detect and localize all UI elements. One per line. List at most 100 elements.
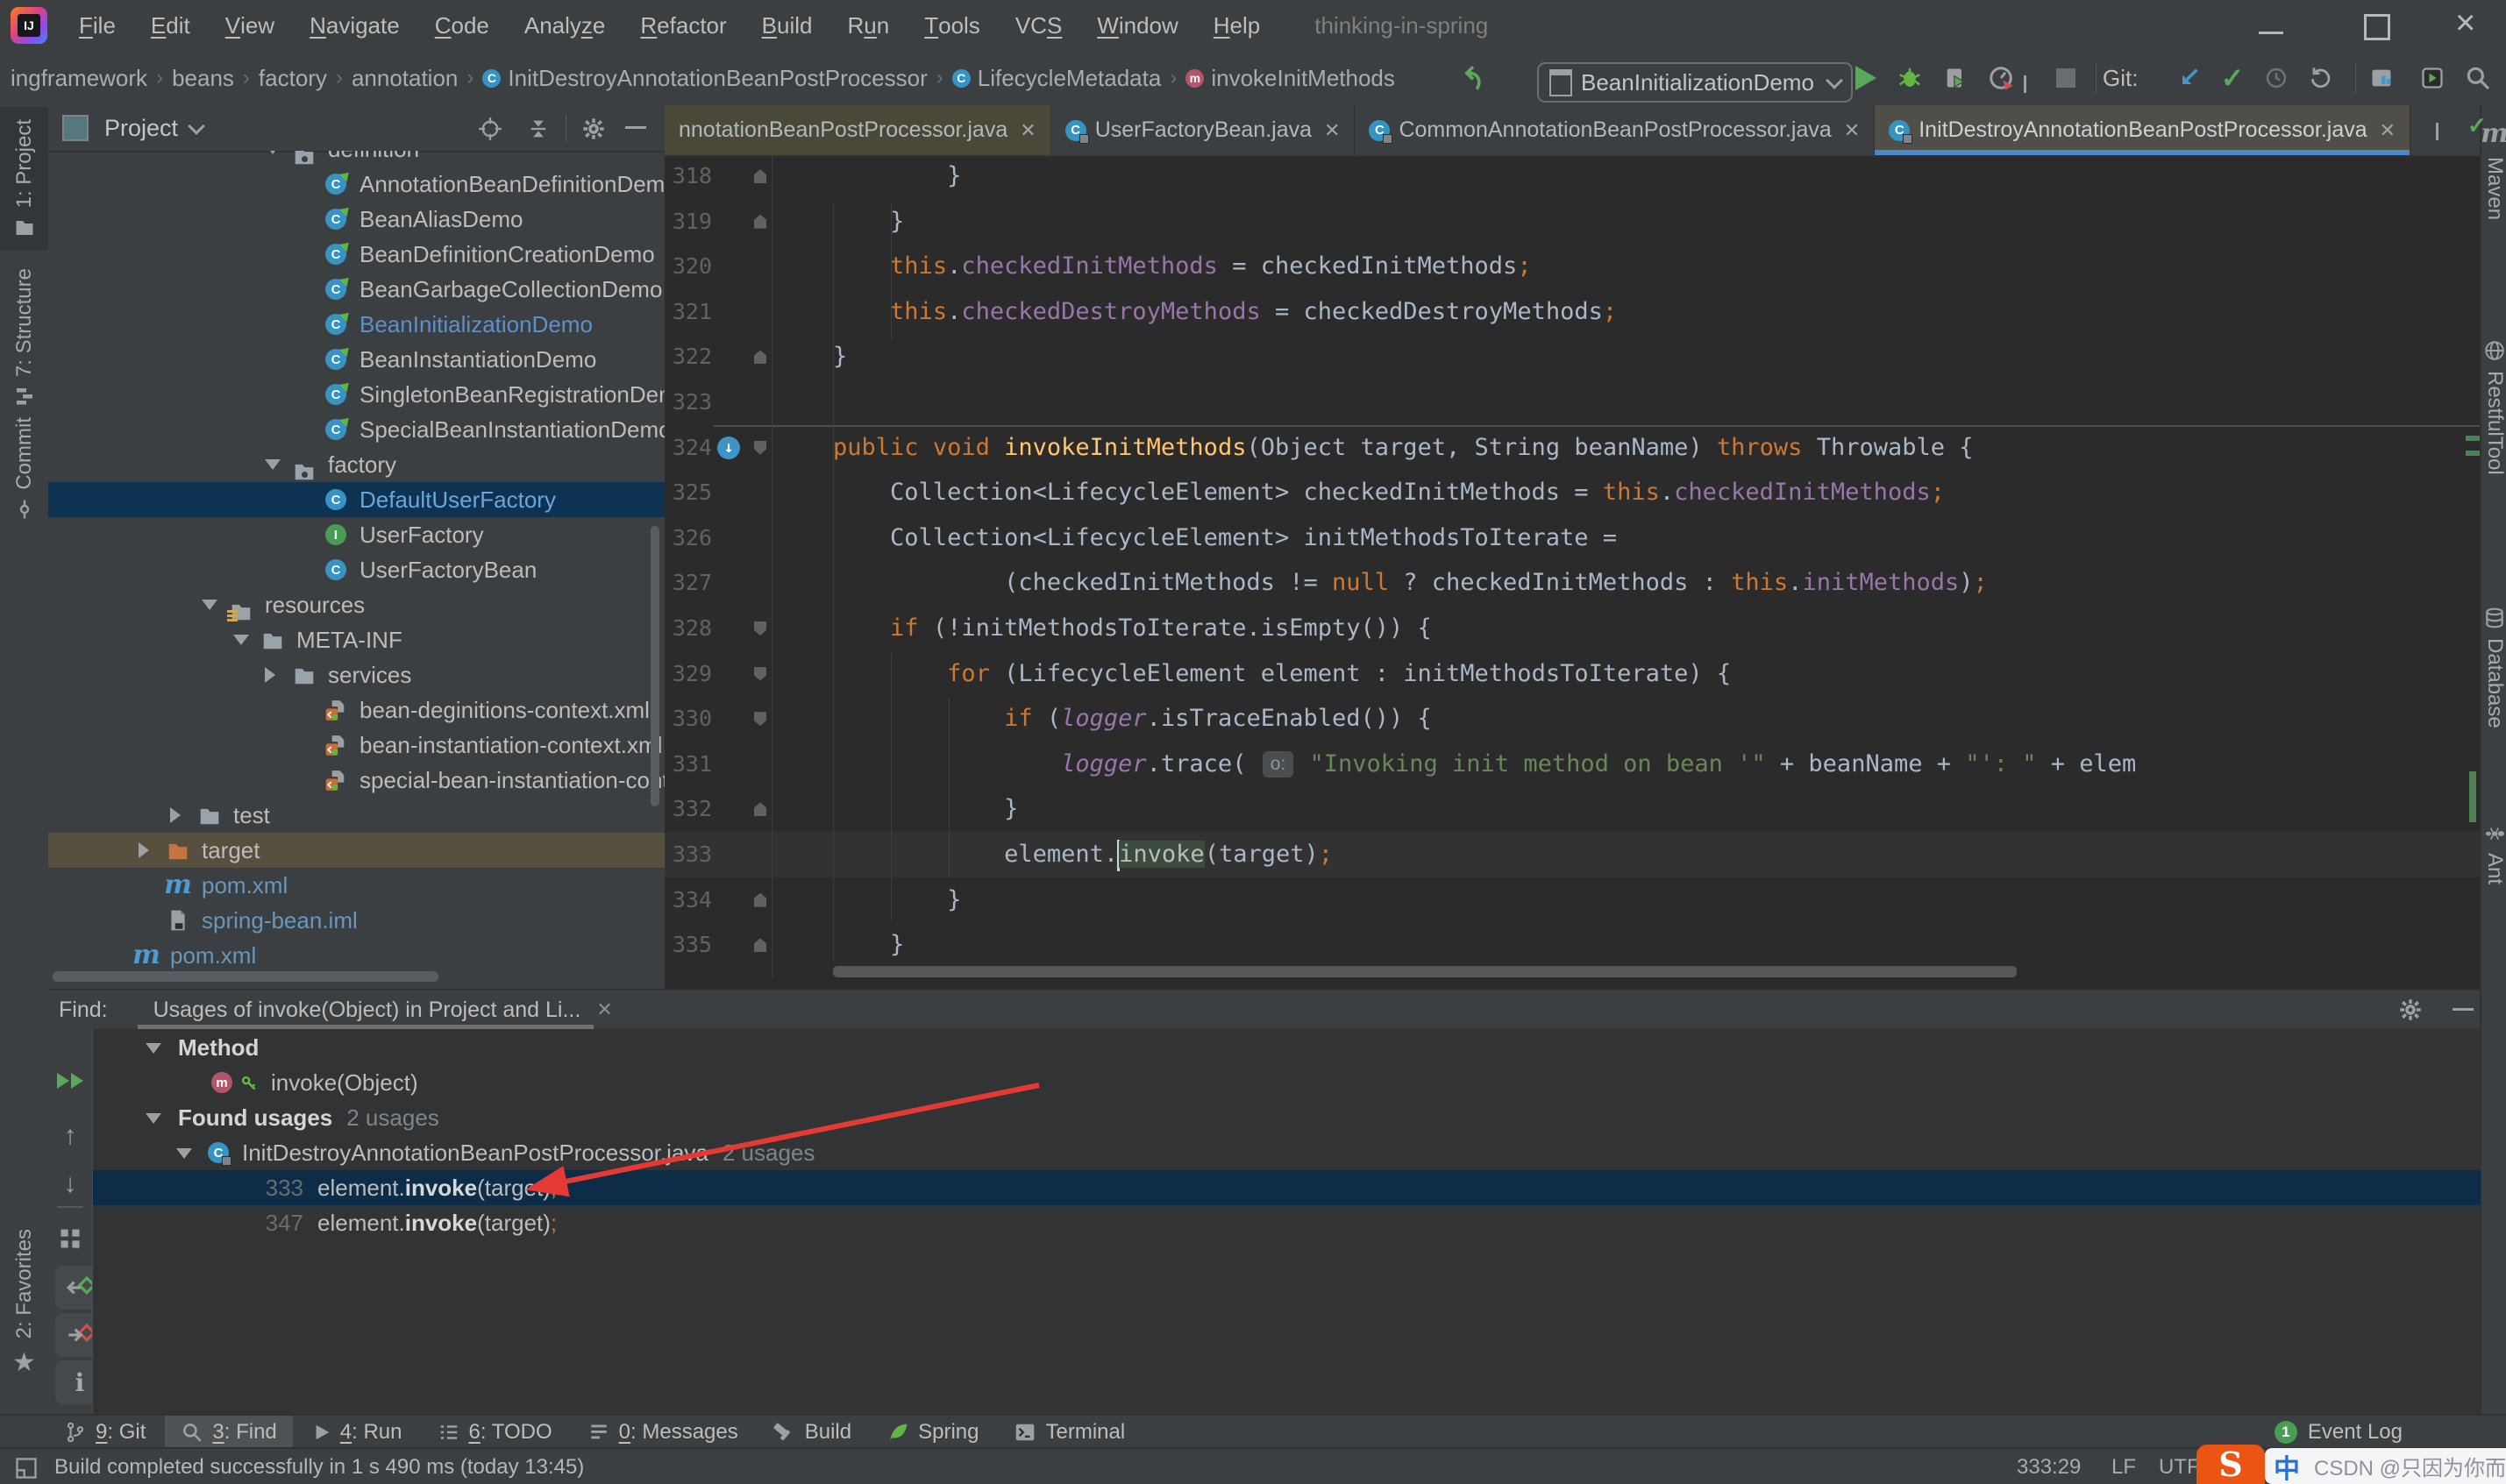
toolwindow-button-6-todo[interactable]: 6: TODO — [422, 1416, 568, 1449]
expand-arrow-icon[interactable] — [265, 667, 275, 683]
tree-item-services[interactable]: services — [48, 657, 665, 692]
tree-item-beandefinitioncreationdemo[interactable]: C BeanDefinitionCreationDemo — [48, 237, 665, 272]
menu-code[interactable]: Code — [417, 0, 507, 51]
locate-file-icon[interactable] — [478, 117, 502, 141]
find-settings-gear-icon[interactable] — [2398, 998, 2423, 1022]
menu-edit[interactable]: Edit — [133, 0, 208, 51]
tree-item-resources[interactable]: resources — [48, 587, 665, 622]
collapse-arrow-icon[interactable] — [176, 1148, 192, 1159]
collapse-arrow-icon[interactable] — [233, 635, 249, 645]
code-line-321[interactable]: 321 this.checkedDestroyMethods = checked… — [665, 289, 2480, 335]
code-line-322[interactable]: 322 } — [665, 334, 2480, 380]
tree-item-spring-bean-iml[interactable]: spring-bean.iml — [48, 903, 665, 938]
tree-item-meta-inf[interactable]: META-INF — [48, 622, 665, 657]
tree-item-defaultuserfactory[interactable]: C DefaultUserFactory — [48, 482, 665, 517]
close-tab-icon[interactable]: ✕ — [2380, 119, 2396, 142]
stripe-button-1-project[interactable]: 1: Project — [0, 107, 48, 251]
next-occurrence-icon[interactable]: ↓ — [48, 1169, 92, 1199]
collapse-arrow-icon[interactable] — [146, 1113, 161, 1124]
toolwindow-button-terminal[interactable]: Terminal — [998, 1416, 1141, 1449]
line-ending[interactable]: LF — [2111, 1449, 2136, 1484]
search-everywhere-icon[interactable] — [2459, 51, 2497, 105]
menu-navigate[interactable]: Navigate — [292, 0, 417, 51]
inspections-ok-icon[interactable]: ✓ — [2467, 112, 2487, 139]
close-tab-icon[interactable]: ✕ — [1020, 119, 1036, 142]
fold-end-icon[interactable] — [754, 169, 766, 183]
stripe-button-ant[interactable]: Ant — [2481, 811, 2506, 895]
tree-item-beanaliasdemo[interactable]: C BeanAliasDemo — [48, 202, 665, 237]
fold-end-icon[interactable] — [754, 214, 766, 229]
find-results-tab[interactable]: Usages of invoke(Object) in Project and … — [137, 991, 629, 1029]
find-row-usage[interactable]: 347 element.invoke(target); — [93, 1205, 2481, 1240]
overrides-method-icon[interactable]: ↓ — [717, 436, 740, 459]
tree-item-bean-deginitions-context-xml[interactable]: bean-deginitions-context.xml — [48, 692, 665, 728]
menu-refactor[interactable]: Refactor — [623, 0, 744, 51]
collapse-arrow-icon[interactable] — [202, 600, 217, 610]
close-icon[interactable]: ✕ — [596, 998, 612, 1021]
stripe-button-commit[interactable]: Commit — [0, 405, 48, 532]
run-with-coverage-button[interactable] — [1936, 51, 1975, 105]
editor-tab[interactable]: C CommonAnnotationBeanPostProcessor.java ✕ — [1355, 105, 1876, 155]
editor-tab[interactable]: nnotationBeanPostProcessor.java ✕ — [665, 105, 1051, 155]
run-button[interactable] — [1847, 51, 1885, 105]
rerun-search-icon[interactable] — [48, 1073, 92, 1089]
find-row-method[interactable]: m invoke(Object) — [93, 1065, 2481, 1100]
collapse-arrow-icon[interactable] — [265, 151, 281, 154]
toolwindow-button-build[interactable]: Build — [758, 1416, 867, 1449]
code-line-334[interactable]: 334 } — [665, 877, 2480, 923]
menu-view[interactable]: View — [208, 0, 292, 51]
toolwindow-button-4-run[interactable]: 4: Run — [296, 1416, 418, 1449]
vcs-rollback-icon[interactable] — [2301, 51, 2339, 105]
find-row-group[interactable]: Found usages 2 usages — [93, 1100, 2481, 1135]
minimize-icon[interactable] — [2259, 32, 2283, 34]
code-line-320[interactable]: 320 this.checkedInitMethods = checkedIni… — [665, 244, 2480, 289]
tree-item-userfactorybean[interactable]: C UserFactoryBean — [48, 552, 665, 587]
tree-item-userfactory[interactable]: I UserFactory — [48, 517, 665, 552]
code-line-331[interactable]: 331 logger.trace( o: "Invoking init meth… — [665, 742, 2480, 787]
tree-vertical-scrollbar[interactable] — [651, 526, 659, 806]
group-by-icon[interactable] — [48, 1226, 92, 1251]
menu-vcs[interactable]: VC S — [998, 0, 1079, 51]
editor-tab[interactable]: C UserFactoryBean.java ✕ — [1051, 105, 1356, 155]
fold-end-icon[interactable] — [754, 892, 766, 907]
run-anything-icon[interactable] — [2413, 51, 2452, 105]
tree-horizontal-scrollbar[interactable] — [53, 971, 438, 982]
tabs-overflow-chevron-icon[interactable] — [2436, 123, 2438, 140]
tree-item-beaninstantiationdemo[interactable]: C BeanInstantiationDemo — [48, 342, 665, 377]
breadcrumb-item[interactable]: C InitDestroyAnnotationBeanPostProcessor — [482, 65, 928, 92]
breadcrumb-item[interactable]: factory — [259, 65, 327, 92]
tree-item-pom-xml[interactable]: m pom.xml — [48, 868, 665, 903]
previous-occurrence-icon[interactable]: ↑ — [48, 1121, 92, 1151]
vcs-commit-icon[interactable]: ✓ — [2213, 51, 2252, 105]
chevron-down-icon[interactable] — [188, 117, 205, 135]
tree-item-singletonbeanregistrationdemo[interactable]: C SingletonBeanRegistrationDemo — [48, 377, 665, 412]
breadcrumb-item[interactable]: C LifecycleMetadata — [951, 65, 1161, 92]
tree-item-bean-instantiation-context-xml[interactable]: bean-instantiation-context.xml — [48, 728, 665, 763]
tree-item-beaninitializationdemo[interactable]: C BeanInitializationDemo — [48, 307, 665, 342]
tree-item-specialbeaninstantiationdemo[interactable]: C SpecialBeanInstantiationDemo — [48, 412, 665, 447]
breadcrumb-item[interactable]: m invokeInitMethods — [1185, 65, 1395, 92]
hide-panel-icon[interactable] — [2453, 1008, 2474, 1011]
toolwindow-button-3-find[interactable]: 3: Find — [165, 1416, 293, 1449]
navigate-back-icon[interactable] — [1454, 51, 1492, 105]
menu-tools[interactable]: Tools — [907, 0, 998, 51]
tree-item-annotationbeandefinitiondemo[interactable]: C AnnotationBeanDefinitionDemo — [48, 167, 665, 202]
menu-help[interactable]: Help — [1196, 0, 1278, 51]
expand-arrow-icon[interactable] — [170, 807, 181, 823]
code-line-324[interactable]: 324 ↓ public void invokeInitMethods(Objec… — [665, 424, 2480, 471]
menu-analyze[interactable]: Analy z e — [507, 0, 623, 51]
close-icon[interactable]: × — [2455, 4, 2475, 43]
code-line-332[interactable]: 332 } — [665, 786, 2480, 832]
settings-gear-icon[interactable] — [581, 117, 606, 141]
fold-end-icon[interactable] — [754, 350, 766, 365]
menu-run[interactable]: Run — [830, 0, 908, 51]
close-tab-icon[interactable]: ✕ — [1844, 119, 1860, 142]
project-structure-icon[interactable] — [2362, 51, 2401, 105]
collapse-arrow-icon[interactable] — [265, 459, 281, 470]
toolwindow-button-spring[interactable]: Spring — [871, 1416, 994, 1449]
fold-start-icon[interactable] — [754, 440, 766, 455]
debug-button[interactable] — [1890, 51, 1929, 105]
code-line-328[interactable]: 328 if (!initMethodsToIterate.isEmpty())… — [665, 606, 2480, 651]
code-line-319[interactable]: 319 } — [665, 199, 2480, 245]
run-configuration-select[interactable]: BeanInitializationDemo — [1537, 62, 1853, 103]
